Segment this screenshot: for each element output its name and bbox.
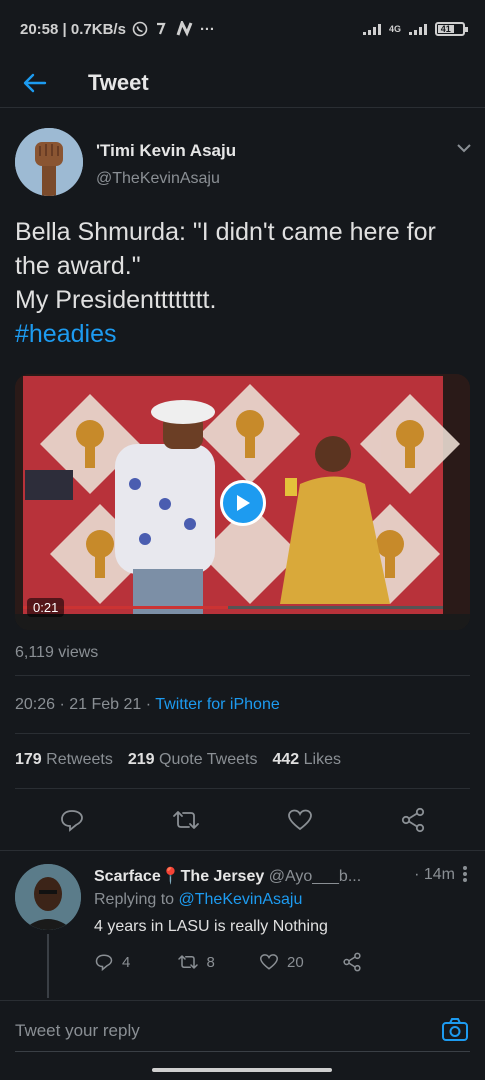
wifi-signal-icon [362,23,381,35]
likes-count: 442 [272,751,300,768]
tweet-source-link[interactable]: Twitter for iPhone [155,696,280,713]
person-avatar-image [15,864,81,930]
replying-to: Replying to @TheKevinAsaju [94,891,302,909]
page-title: Tweet [88,69,149,95]
play-button[interactable] [220,480,266,526]
tweet-actions [15,800,470,840]
reply-header: Scarface📍The Jersey @Ayo___b... [94,866,469,886]
tweet-text-line: My Presidentttttttt. [15,286,217,314]
reply-text: 4 years in LASU is really Nothing [94,918,328,935]
author-name[interactable]: 'Timi Kevin Asaju [96,141,236,161]
arrow-left-icon [23,73,47,92]
tweet-author: 'Timi Kevin Asaju @TheKevinAsaju [15,128,475,198]
author-handle[interactable]: @TheKevinAsaju [96,170,220,188]
app-notification-icon [156,22,166,35]
reply-reply-count: 4 [122,953,131,971]
retweet-icon[interactable] [172,808,200,832]
likes-stat[interactable]: 442 Likes [272,751,341,769]
tweet-text-line: Bella Shmurda: "I didn't came here for [15,218,436,246]
reply-input[interactable] [15,1019,415,1043]
reply-composer [0,1000,485,1060]
retweets-count: 179 [15,751,42,768]
video-duration: 0:21 [27,598,65,617]
tweet-timestamp: 20:26 · 21 Feb 21 · [15,696,156,713]
reply-actions: 4 8 20 [94,952,424,972]
input-underline [15,1051,470,1052]
reply-time: · 14m [414,866,455,883]
divider [0,850,485,851]
news-app-icon [176,21,193,37]
reply-avatar[interactable] [15,864,81,930]
network-type: 4G [388,24,401,34]
divider [15,788,470,789]
tweet-stats: 179 Retweets 219 Quote Tweets 442 Likes [15,751,341,769]
reply-icon[interactable] [59,808,85,832]
reply-author-handle[interactable]: @Ayo___b... [269,868,361,885]
reply-icon [95,954,113,971]
likes-label: Likes [303,751,341,768]
hashtag-link[interactable]: #headies [15,317,475,351]
chevron-down-icon[interactable] [453,140,475,156]
reply-like-button[interactable]: 20 [259,953,342,971]
whatsapp-icon [132,21,148,37]
retweets-stat[interactable]: 179 Retweets [15,751,113,769]
reply-retweet-count: 8 [206,953,215,971]
battery-icon: 41 [435,22,468,36]
reply-reply-button[interactable]: 4 [94,953,177,971]
play-icon [237,495,250,511]
video-player[interactable]: 0:21 [15,374,470,630]
reply-tweet[interactable]: Scarface📍The Jersey @Ayo___b... · 14m Re… [0,852,485,998]
cell-signal-icon [409,23,427,35]
status-bar: 20:58 | 0.7KB/s ··· 4G 41 [0,0,485,58]
replying-to-label: Replying to [94,891,179,908]
reply-retweet-button[interactable]: 8 [177,953,260,971]
divider [15,675,470,676]
top-app-bar: Tweet [0,58,485,108]
camera-icon[interactable] [441,1017,469,1043]
tweet-meta: 20:26 · 21 Feb 21 · Twitter for iPhone [15,696,280,714]
status-time: 20:58 | 0.7KB/s [20,20,126,38]
mention-link[interactable]: @TheKevinAsaju [179,891,303,908]
more-vertical-icon[interactable] [461,864,469,884]
raised-fist-avatar-image [15,128,83,196]
reply-share-button[interactable] [342,952,425,972]
heart-icon [259,954,279,970]
divider [15,733,470,734]
quote-tweets-label: Quote Tweets [159,751,258,768]
share-icon[interactable] [400,807,426,833]
tweet-text: Bella Shmurda: "I didn't came here for t… [15,215,475,351]
quote-tweets-stat[interactable]: 219 Quote Tweets [128,751,258,769]
reply-like-count: 20 [287,953,304,971]
home-indicator[interactable] [152,1068,332,1072]
tweet-text-line: the award." [15,252,141,280]
reply-author-name[interactable]: Scarface📍The Jersey [94,868,264,885]
heart-icon[interactable] [287,808,313,832]
author-avatar[interactable] [15,128,83,196]
retweet-icon [177,955,198,969]
more-notifications-icon: ··· [199,20,215,38]
view-count: 6,119 views [15,644,99,661]
back-button[interactable] [0,58,70,108]
retweets-label: Retweets [46,751,113,768]
share-icon [342,952,361,972]
thread-line [47,934,49,998]
quote-tweets-count: 219 [127,751,155,768]
